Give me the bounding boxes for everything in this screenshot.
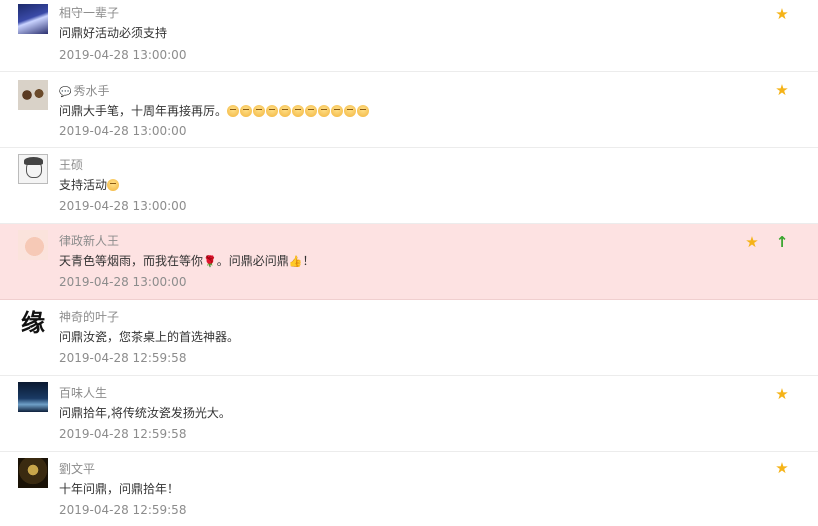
comment-text: 支持活动 [59, 176, 120, 193]
avatar[interactable] [18, 4, 48, 34]
star-icon[interactable]: ★ [774, 82, 790, 98]
comment-time: 2019-04-28 12:59:58 [59, 427, 187, 441]
avatar[interactable]: 缘 [18, 308, 48, 338]
comment-time: 2019-04-28 13:00:00 [59, 275, 187, 289]
comment-time: 2019-04-28 12:59:58 [59, 351, 187, 365]
avatar[interactable] [18, 382, 48, 412]
comment-author[interactable]: 百味人生 [59, 384, 107, 401]
smiley-emoji-icon [318, 105, 331, 117]
comment-text: 十年问鼎，问鼎拾年！ [59, 482, 180, 496]
comment-author-label: 秀水手 [73, 84, 110, 98]
sketch-hair [24, 157, 43, 165]
star-icon[interactable]: ★ [744, 234, 760, 250]
smiley-emoji-icon [266, 105, 279, 117]
comment-author[interactable]: 劉文平 [59, 460, 95, 477]
rose-icon: 🌹 [203, 255, 217, 268]
avatar[interactable] [18, 80, 48, 110]
smiley-emoji-icon [357, 105, 370, 117]
comment-text-label: 问鼎大手笔，十周年再接再厉。 [59, 104, 228, 118]
comment-text-part: 。问鼎必问鼎 [216, 254, 289, 268]
smiley-emoji-icon [305, 105, 318, 117]
comment-row: 相守一辈子 问鼎好活动必须支持 2019-04-28 13:00:00 ★ [0, 0, 818, 72]
comment-row: 王硕 支持活动 2019-04-28 13:00:00 [0, 148, 818, 224]
avatar[interactable] [18, 154, 48, 184]
comment-list: 相守一辈子 问鼎好活动必须支持 2019-04-28 13:00:00 ★ 💬 秀… [0, 0, 818, 526]
smiley-emoji-icon [107, 179, 120, 191]
comment-author[interactable]: 王硕 [59, 156, 83, 173]
smiley-emoji-icon [344, 105, 357, 117]
emoji-run [107, 178, 120, 192]
thumbs-up-icon: 👍 [288, 255, 303, 268]
comment-time: 2019-04-28 12:59:58 [59, 503, 187, 517]
smiley-emoji-icon [279, 105, 292, 117]
comment-row: 💬 秀水手 问鼎大手笔，十周年再接再厉。 2019-04-28 13:00:00 … [0, 72, 818, 148]
smiley-emoji-icon [227, 105, 240, 117]
comment-row: 百味人生 问鼎拾年,将传统汝瓷发扬光大。 2019-04-28 12:59:58… [0, 376, 818, 452]
comment-row: 律政新人王 天青色等烟雨，而我在等你🌹。问鼎必问鼎👍！ 2019-04-28 1… [0, 224, 818, 300]
comment-time: 2019-04-28 13:00:00 [59, 48, 187, 62]
comment-time: 2019-04-28 13:00:00 [59, 199, 187, 213]
comment-author[interactable]: 神奇的叶子 [59, 308, 119, 325]
star-icon[interactable]: ★ [774, 460, 790, 476]
comment-author[interactable]: 💬 秀水手 [59, 82, 109, 99]
pin-top-icon[interactable]: ↑ [774, 234, 790, 250]
comment-author[interactable]: 律政新人王 [59, 232, 119, 249]
smiley-emoji-icon [331, 105, 344, 117]
smiley-emoji-icon [292, 105, 305, 117]
smiley-emoji-icon [253, 105, 266, 117]
comment-time: 2019-04-28 13:00:00 [59, 124, 187, 138]
star-icon[interactable]: ★ [774, 386, 790, 402]
avatar[interactable] [18, 458, 48, 488]
emoji-run [227, 104, 370, 118]
comment-text: 问鼎汝瓷，您茶桌上的首选神器。 [59, 330, 240, 344]
comment-row: 劉文平 十年问鼎，问鼎拾年！ 2019-04-28 12:59:58 ★ [0, 452, 818, 526]
comment-text: 问鼎大手笔，十周年再接再厉。 [59, 102, 370, 119]
smiley-emoji-icon [240, 105, 253, 117]
chat-bubble-icon: 💬 [59, 87, 72, 98]
comment-row: 缘 神奇的叶子 问鼎汝瓷，您茶桌上的首选神器。 2019-04-28 12:59… [0, 300, 818, 376]
star-icon[interactable]: ★ [774, 6, 790, 22]
comment-text-part: ！ [302, 254, 315, 268]
comment-text: 问鼎好活动必须支持 [59, 26, 168, 40]
comment-text-part: 天青色等烟雨，而我在等你 [59, 254, 204, 268]
comment-author[interactable]: 相守一辈子 [59, 4, 119, 21]
comment-text: 问鼎拾年,将传统汝瓷发扬光大。 [59, 406, 231, 420]
avatar[interactable] [18, 230, 48, 260]
comment-text: 天青色等烟雨，而我在等你🌹。问鼎必问鼎👍！ [59, 252, 314, 269]
comment-text-label: 支持活动 [59, 178, 108, 192]
